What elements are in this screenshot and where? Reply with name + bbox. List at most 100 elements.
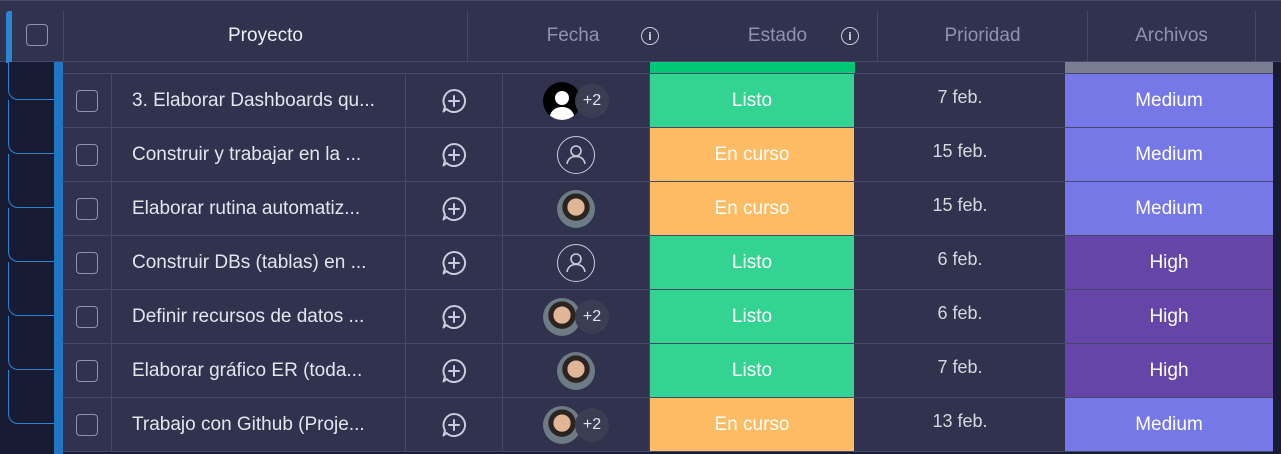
- updates-cell[interactable]: [406, 236, 503, 289]
- priority-cell[interactable]: High: [1065, 290, 1273, 343]
- people-cell[interactable]: [503, 182, 650, 235]
- people-cell[interactable]: [503, 128, 650, 181]
- updates-cell[interactable]: [406, 128, 503, 181]
- status-cell[interactable]: Listo: [650, 236, 855, 289]
- status-cell[interactable]: En curso: [650, 128, 855, 181]
- column-header-archivos[interactable]: Archivos: [1088, 11, 1256, 61]
- status-cell[interactable]: Listo: [650, 290, 855, 343]
- user-avatar: [557, 189, 595, 228]
- date-cell[interactable]: 6 feb.: [855, 290, 1065, 343]
- priority-cell[interactable]: High: [1065, 344, 1273, 397]
- status-label: Listo: [731, 251, 773, 273]
- info-icon[interactable]: i: [841, 27, 859, 45]
- more-people-badge[interactable]: +2: [575, 407, 609, 442]
- priority-cell[interactable]: High: [1065, 236, 1273, 289]
- priority-cell[interactable]: Medium: [1065, 398, 1273, 451]
- people-cell[interactable]: [503, 344, 650, 397]
- task-name-text: Construir DBs (tablas) en ...: [132, 251, 367, 273]
- table-row[interactable]: 3. Elaborar Dashboards qu... +2 Listo 7 …: [63, 74, 1273, 128]
- empty-person-icon: [557, 135, 595, 174]
- tree-connector: [8, 46, 54, 100]
- updates-cell[interactable]: [406, 290, 503, 343]
- tree-connector: [8, 370, 54, 424]
- column-header-prioridad[interactable]: Prioridad: [878, 11, 1088, 61]
- date-cell[interactable]: 15 feb.: [855, 128, 1065, 181]
- status-cell[interactable]: Listo: [650, 74, 855, 127]
- row-checkbox[interactable]: [76, 251, 98, 274]
- add-update-icon[interactable]: [440, 249, 468, 277]
- row-checkbox[interactable]: [76, 89, 98, 112]
- task-name-text: Definir recursos de datos ...: [132, 305, 365, 327]
- people-avatars: [557, 351, 595, 390]
- priority-label: High: [1149, 251, 1189, 273]
- task-name[interactable]: 3. Elaborar Dashboards qu...: [112, 74, 406, 127]
- status-cell-partial: [650, 62, 855, 73]
- date-cell[interactable]: 13 feb.: [855, 398, 1065, 451]
- priority-cell[interactable]: Medium: [1065, 182, 1273, 235]
- table-row[interactable]: Elaborar gráfico ER (toda... Listo 7 feb…: [63, 344, 1273, 398]
- add-update-icon[interactable]: [440, 141, 468, 169]
- people-cell[interactable]: +2: [503, 290, 650, 343]
- column-header-proyecto[interactable]: Proyecto: [64, 11, 468, 61]
- table-row[interactable]: Definir recursos de datos ... +2 Listo 6…: [63, 290, 1273, 344]
- updates-cell[interactable]: [406, 182, 503, 235]
- add-update-icon[interactable]: [440, 87, 468, 115]
- date-cell[interactable]: 7 feb.: [855, 344, 1065, 397]
- more-people-badge[interactable]: +2: [575, 299, 609, 334]
- people-cell[interactable]: +2: [503, 74, 650, 127]
- row-checkbox[interactable]: [76, 305, 98, 328]
- people-cell[interactable]: [503, 236, 650, 289]
- add-update-icon[interactable]: [440, 357, 468, 385]
- task-name[interactable]: Definir recursos de datos ...: [112, 290, 406, 343]
- right-edge: [1273, 62, 1281, 454]
- user-avatar: [557, 351, 595, 390]
- status-cell[interactable]: En curso: [650, 398, 855, 451]
- row-checkbox-cell: [63, 74, 112, 127]
- table-row[interactable]: Construir DBs (tablas) en ... Listo 6 fe…: [63, 236, 1273, 290]
- column-label: Estado: [747, 25, 808, 46]
- column-label: Proyecto: [228, 25, 303, 46]
- table-row[interactable]: Trabajo con Github (Proje... +2 En curso…: [63, 398, 1273, 452]
- task-name[interactable]: Elaborar rutina automatiz...: [112, 182, 406, 235]
- priority-cell[interactable]: Medium: [1065, 74, 1273, 127]
- updates-cell[interactable]: [406, 398, 503, 451]
- table-row[interactable]: Construir y trabajar en la ... En curso …: [63, 128, 1273, 182]
- status-cell[interactable]: Listo: [650, 344, 855, 397]
- row-checkbox[interactable]: [76, 143, 98, 166]
- add-update-icon[interactable]: [440, 303, 468, 331]
- people-avatars: +2: [543, 81, 609, 120]
- group-color-bar: [54, 62, 63, 454]
- more-people-badge[interactable]: +2: [575, 83, 609, 118]
- row-checkbox[interactable]: [76, 359, 98, 382]
- task-name[interactable]: Trabajo con Github (Proje...: [112, 398, 406, 451]
- updates-cell[interactable]: [406, 344, 503, 397]
- task-name[interactable]: Construir y trabajar en la ...: [112, 128, 406, 181]
- task-name-text: Trabajo con Github (Proje...: [132, 413, 365, 435]
- people-avatars: [557, 189, 595, 228]
- date-text: 13 feb.: [932, 411, 988, 431]
- date-cell[interactable]: 6 feb.: [855, 236, 1065, 289]
- task-name-text: Elaborar rutina automatiz...: [132, 197, 361, 219]
- select-all-checkbox[interactable]: [26, 24, 48, 46]
- info-icon[interactable]: i: [641, 27, 659, 45]
- task-name[interactable]: Elaborar gráfico ER (toda...: [112, 344, 406, 397]
- people-avatars: +2: [543, 405, 609, 444]
- updates-cell[interactable]: [406, 74, 503, 127]
- date-cell[interactable]: 15 feb.: [855, 182, 1065, 235]
- task-list: 3. Elaborar Dashboards qu... +2 Listo 7 …: [63, 74, 1273, 452]
- table-header: Proyecto Fecha i Estado i Prioridad Arch…: [0, 0, 1281, 63]
- task-name[interactable]: Construir DBs (tablas) en ...: [112, 236, 406, 289]
- add-update-icon[interactable]: [440, 411, 468, 439]
- date-text: 15 feb.: [932, 195, 988, 215]
- people-avatars: [557, 243, 595, 282]
- table-row[interactable]: Elaborar rutina automatiz... En curso 15…: [63, 182, 1273, 236]
- status-cell[interactable]: En curso: [650, 182, 855, 235]
- row-checkbox[interactable]: [76, 413, 98, 436]
- tree-connector: [8, 262, 54, 316]
- date-text: 15 feb.: [932, 141, 988, 161]
- add-update-icon[interactable]: [440, 195, 468, 223]
- date-cell[interactable]: 7 feb.: [855, 74, 1065, 127]
- people-cell[interactable]: +2: [503, 398, 650, 451]
- row-checkbox[interactable]: [76, 197, 98, 220]
- priority-cell[interactable]: Medium: [1065, 128, 1273, 181]
